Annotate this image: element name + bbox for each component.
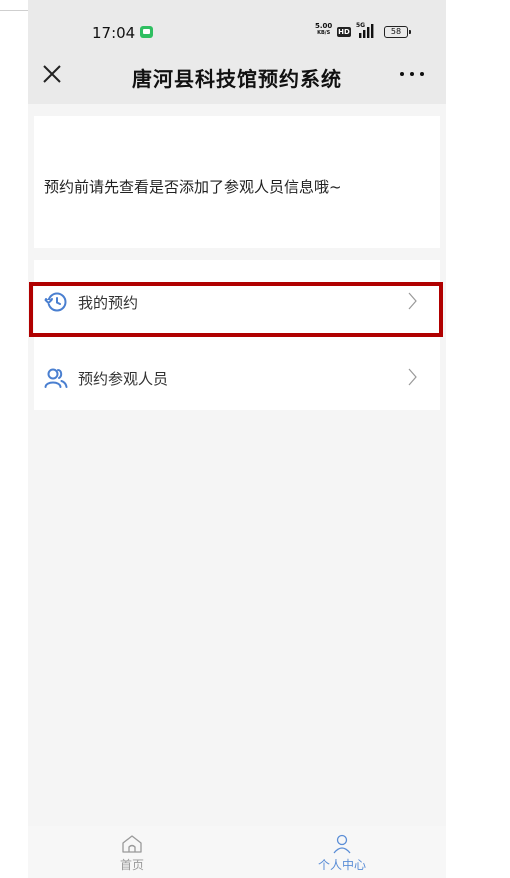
menu-item-visitors[interactable]: 预约参观人员 xyxy=(34,350,440,406)
network-speed-value: 5.00 xyxy=(315,22,333,30)
page-title: 唐河县科技馆预约系统 xyxy=(132,67,342,91)
notice-text: 预约前请先查看是否添加了参观人员信息哦~ xyxy=(44,178,342,196)
battery-level: 58 xyxy=(390,27,402,36)
tab-personal-center-label: 个人中心 xyxy=(317,858,366,872)
phone-screen: 17:04 5.00 KB/S HD 5G 58 唐河县科技馆预约系统 预约前请… xyxy=(28,0,446,878)
tab-home-label: 首页 xyxy=(119,858,144,872)
message-notification-icon xyxy=(140,26,153,38)
network-speed: 5.00 KB/S xyxy=(315,23,332,37)
screenshot-corner-mark xyxy=(0,0,29,11)
navigation-bar: 唐河县科技馆预约系统 xyxy=(28,44,446,104)
chevron-right-icon xyxy=(408,368,417,386)
signal-icon: 5G xyxy=(356,22,378,38)
menu-card: 我的预约 预约参观人员 xyxy=(34,260,440,410)
home-icon xyxy=(122,835,142,853)
chevron-right-icon xyxy=(408,292,417,310)
history-clock-icon xyxy=(44,292,67,312)
network-speed-unit: KB/S xyxy=(317,30,331,36)
status-time: 17:04 xyxy=(92,24,136,42)
person-icon xyxy=(333,834,351,854)
menu-item-label: 我的预约 xyxy=(78,294,139,312)
more-button[interactable] xyxy=(400,70,426,78)
tab-home[interactable]: 首页 xyxy=(72,830,192,878)
hd-badge: HD xyxy=(337,27,351,37)
people-icon xyxy=(44,368,68,388)
menu-item-label: 预约参观人员 xyxy=(78,370,169,388)
tab-personal-center[interactable]: 个人中心 xyxy=(282,830,402,878)
notice-card: 预约前请先查看是否添加了参观人员信息哦~ xyxy=(34,116,440,248)
status-bar: 17:04 5.00 KB/S HD 5G 58 xyxy=(28,0,446,44)
bottom-tab-bar: 首页 个人中心 xyxy=(28,826,446,878)
battery-icon: 58 xyxy=(384,26,411,38)
menu-item-my-reservations[interactable]: 我的预约 xyxy=(34,274,440,330)
more-icon xyxy=(400,72,404,76)
